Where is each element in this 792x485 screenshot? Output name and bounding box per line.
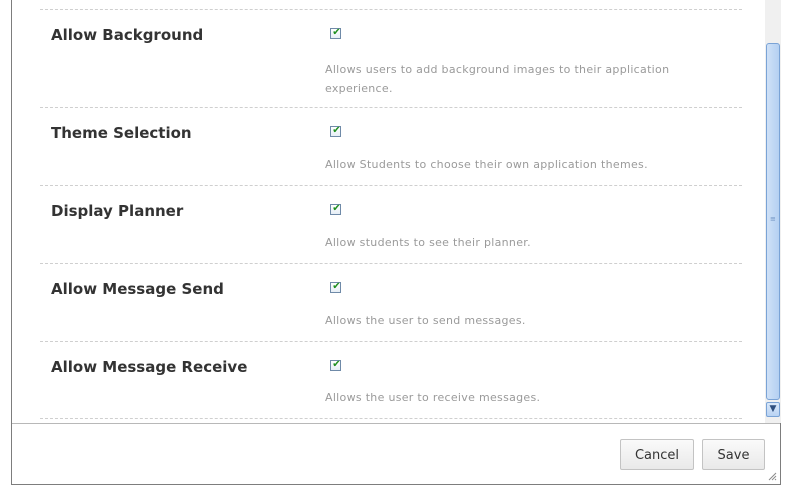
setting-description: Allows the user to receive messages.: [325, 391, 541, 404]
vertical-scrollbar[interactable]: ≡ ▼: [765, 0, 781, 423]
setting-description: Allows users to add background images to…: [325, 63, 670, 95]
setting-label: Theme Selection: [51, 124, 192, 142]
setting-row-display-planner: Display Planner ✔ Allow students to see …: [40, 186, 742, 264]
settings-list: Allow Background ✔ Allows users to add b…: [12, 0, 763, 423]
checkmark-icon: ✔: [332, 125, 341, 136]
footer-divider: [12, 423, 780, 424]
setting-label: Allow Background: [51, 26, 204, 44]
setting-label: Allow Message Receive: [51, 358, 248, 376]
theme-selection-checkbox[interactable]: ✔: [330, 125, 341, 137]
checkmark-icon: ✔: [332, 203, 341, 214]
allow-background-checkbox[interactable]: ✔: [330, 27, 341, 39]
grip-icon: ≡: [770, 215, 776, 223]
checkmark-icon: ✔: [332, 27, 341, 38]
display-planner-checkbox[interactable]: ✔: [330, 203, 341, 215]
setting-row-allow-message-receive: Allow Message Receive ✔ Allows the user …: [40, 342, 742, 419]
setting-label: Display Planner: [51, 202, 184, 220]
setting-row-theme-selection: Theme Selection ✔ Allow Students to choo…: [40, 108, 742, 186]
checkmark-icon: ✔: [332, 359, 341, 370]
setting-description: Allow Students to choose their own appli…: [325, 158, 648, 171]
save-button[interactable]: Save: [702, 439, 765, 470]
scrollbar-thumb[interactable]: ≡: [766, 43, 780, 400]
setting-description: Allow students to see their planner.: [325, 236, 531, 249]
settings-dialog: Allow Background ✔ Allows users to add b…: [11, 0, 781, 485]
allow-message-receive-checkbox[interactable]: ✔: [330, 359, 341, 371]
setting-description: Allows the user to send messages.: [325, 314, 526, 327]
setting-label: Allow Message Send: [51, 280, 224, 298]
allow-message-send-checkbox[interactable]: ✔: [330, 281, 341, 293]
setting-row-allow-message-send: Allow Message Send ✔ Allows the user to …: [40, 264, 742, 342]
chevron-down-icon[interactable]: ▼: [766, 402, 780, 417]
cancel-button[interactable]: Cancel: [620, 439, 694, 470]
resize-grip-icon[interactable]: [767, 471, 777, 481]
checkmark-icon: ✔: [332, 281, 341, 292]
setting-row-allow-background: Allow Background ✔ Allows users to add b…: [40, 10, 742, 108]
